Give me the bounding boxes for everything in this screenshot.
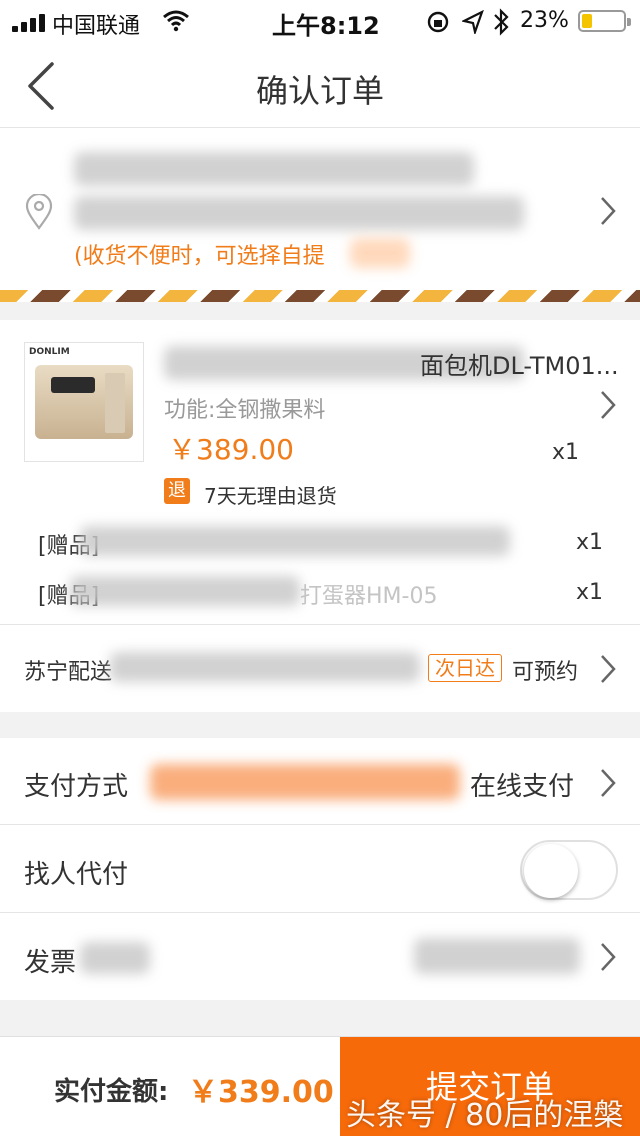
rotation-lock-icon bbox=[427, 11, 449, 33]
gift-quantity: x1 bbox=[576, 530, 604, 555]
gift-quantity: x1 bbox=[576, 580, 604, 605]
brand-logo: DONLIM bbox=[29, 347, 70, 357]
total-amount: ￥339.00 bbox=[188, 1075, 334, 1110]
bluetooth-icon bbox=[494, 8, 509, 36]
divider bbox=[0, 912, 640, 913]
return-badge: 退 bbox=[164, 478, 190, 504]
redacted-invoice-label bbox=[80, 942, 150, 974]
location-pin-icon bbox=[25, 194, 53, 230]
address-stripe-border bbox=[0, 290, 640, 302]
redacted-delivery-time bbox=[110, 652, 420, 682]
redacted-gift-name bbox=[70, 576, 300, 606]
order-items-card: DONLIM 面包机DL-TM01... 功能:全钢撒果料 ￥389.00 x1… bbox=[0, 320, 640, 712]
payment-method-label: 支付方式 bbox=[24, 772, 129, 802]
page-title: 确认订单 bbox=[255, 72, 384, 110]
clock: 上午8:12 bbox=[272, 12, 380, 40]
product-image[interactable]: DONLIM bbox=[24, 342, 144, 462]
product-name: 面包机DL-TM01... bbox=[420, 352, 619, 380]
signal-icon bbox=[12, 12, 48, 32]
proxy-pay-label: 找人代付 bbox=[24, 860, 129, 890]
toggle-knob bbox=[524, 844, 578, 898]
order-options-card: 支付方式 在线支付 找人代付 发票 bbox=[0, 738, 640, 1000]
total-label: 实付金额: bbox=[54, 1077, 169, 1107]
gift-name: 打蛋器HM-05 bbox=[300, 584, 438, 609]
wifi-icon bbox=[163, 10, 189, 32]
redacted-payment-promo bbox=[150, 764, 460, 800]
divider bbox=[0, 824, 640, 825]
redacted-gift-name bbox=[80, 526, 510, 556]
invoice-label: 发票 bbox=[24, 948, 77, 978]
address-card[interactable]: (收货不便时，可选择自提 bbox=[0, 128, 640, 290]
location-arrow-icon bbox=[462, 10, 484, 34]
chevron-right-icon[interactable] bbox=[600, 654, 616, 684]
battery-icon bbox=[578, 10, 631, 32]
nav-bar: 确认订单 bbox=[0, 44, 640, 128]
shipping-label: 苏宁配送 bbox=[24, 660, 113, 685]
chevron-right-icon bbox=[601, 197, 616, 225]
chevron-right-icon[interactable] bbox=[600, 942, 616, 972]
product-spec: 功能:全钢撒果料 bbox=[164, 398, 326, 423]
return-policy: 7天无理由退货 bbox=[204, 484, 337, 508]
watermark: 头条号 / 80后的涅槃 bbox=[346, 1098, 624, 1133]
redacted-invoice-info bbox=[414, 938, 580, 974]
chevron-right-icon[interactable] bbox=[600, 390, 616, 420]
reservable-text: 可预约 bbox=[512, 660, 579, 685]
bread-maker-image bbox=[35, 365, 133, 439]
product-price: ￥389.00 bbox=[168, 433, 294, 466]
proxy-pay-toggle[interactable] bbox=[520, 840, 618, 900]
product-quantity: x1 bbox=[552, 440, 580, 465]
payment-method-value: 在线支付 bbox=[470, 772, 575, 802]
status-bar: 中国联通 上午8:12 23% bbox=[0, 0, 640, 44]
pickup-hint: (收货不便时，可选择自提 bbox=[74, 244, 325, 269]
chevron-right-icon[interactable] bbox=[600, 768, 616, 798]
next-day-badge: 次日达 bbox=[428, 654, 502, 682]
battery-percent: 23% bbox=[520, 8, 569, 33]
divider bbox=[0, 624, 640, 625]
redacted-name bbox=[74, 152, 474, 186]
carrier-name: 中国联通 bbox=[52, 14, 141, 39]
redacted-hint-end bbox=[350, 238, 410, 268]
redacted-address bbox=[74, 196, 524, 230]
